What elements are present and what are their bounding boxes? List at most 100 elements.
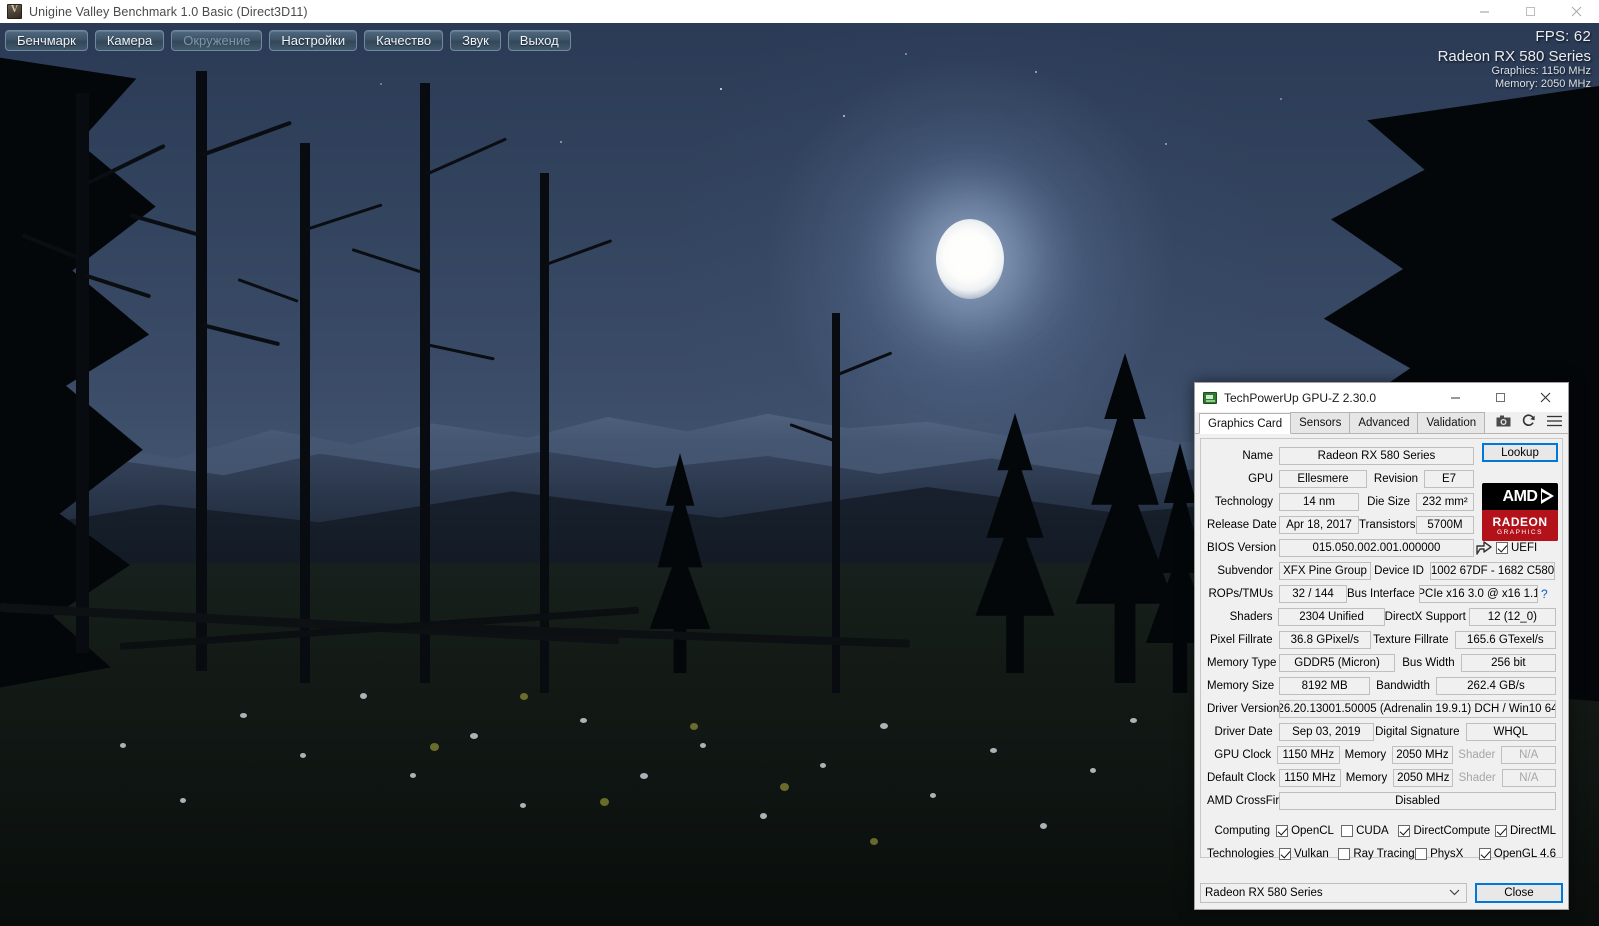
checkbox-cuda[interactable]: CUDA <box>1341 824 1398 837</box>
toolbar-button-quality[interactable]: Качество <box>364 29 444 51</box>
field-revision[interactable]: E7 <box>1424 469 1474 488</box>
field-driver-date[interactable]: Sep 03, 2019 <box>1278 722 1375 741</box>
field-rops-tmus[interactable]: 32 / 144 <box>1279 584 1347 603</box>
label-bandwidth: Bandwidth <box>1376 679 1430 692</box>
field-gpu-clock[interactable]: 1150 MHz <box>1277 745 1340 764</box>
gpuz-window: TechPowerUp GPU-Z 2.30.0 Graphics Card S… <box>1194 382 1569 910</box>
physx-checkbox-box[interactable] <box>1415 847 1428 860</box>
field-bios-version[interactable]: 015.050.002.001.000000 <box>1279 538 1474 557</box>
overlay-graphics-clock: Graphics: 1150 MHz <box>1491 65 1591 77</box>
gpuz-close-icon[interactable] <box>1523 383 1568 412</box>
dead-tree <box>196 71 207 671</box>
field-transistors[interactable]: 5700M <box>1416 515 1474 534</box>
label-revision: Revision <box>1373 472 1418 485</box>
field-digital-signature[interactable]: WHQL <box>1465 722 1556 741</box>
label-gpu: GPU <box>1248 472 1273 485</box>
tab-advanced[interactable]: Advanced <box>1349 412 1419 433</box>
label-driver-date: Driver Date <box>1214 725 1273 738</box>
row-default-clock: Default Clock 1150 MHz Memory 2050 MHz S… <box>1207 766 1556 789</box>
field-shaders[interactable]: 2304 Unified <box>1278 607 1385 626</box>
field-device-id[interactable]: 1002 67DF - 1682 C580 <box>1430 561 1555 580</box>
field-bandwidth[interactable]: 262.4 GB/s <box>1435 676 1556 695</box>
field-technology[interactable]: 14 nm <box>1279 492 1359 511</box>
field-memory-size[interactable]: 8192 MB <box>1279 676 1371 695</box>
unigine-toolbar: Бенчмарк Камера Окружение Настройки Каче… <box>0 28 571 52</box>
field-pixel-fillrate[interactable]: 36.8 GPixel/s <box>1278 630 1372 649</box>
field-memory-type[interactable]: GDDR5 (Micron) <box>1279 653 1396 672</box>
toolbar-button-settings[interactable]: Настройки <box>269 29 358 51</box>
field-driver-version[interactable]: 26.20.13001.50005 (Adrenalin 19.9.1) DCH… <box>1279 699 1556 718</box>
field-subvendor[interactable]: XFX Pine Group <box>1279 561 1371 580</box>
label-memory-type: Memory Type <box>1207 656 1277 669</box>
field-crossfire[interactable]: Disabled <box>1279 791 1556 810</box>
screen: Unigine Valley Benchmark 1.0 Basic (Dire… <box>0 0 1599 926</box>
menu-icon[interactable] <box>1547 415 1562 427</box>
toolbar-button-exit[interactable]: Выход <box>507 29 571 51</box>
radeon-wordmark: RADEON <box>1492 515 1548 529</box>
directcompute-checkbox-box[interactable] <box>1398 824 1411 837</box>
toolbar-button-camera[interactable]: Камера <box>94 29 165 51</box>
row-gpu-clock: GPU Clock 1150 MHz Memory 2050 MHz Shade… <box>1207 743 1557 766</box>
label-directx-support: DirectX Support <box>1384 610 1466 623</box>
label-release-date: Release Date <box>1207 518 1277 531</box>
checkbox-ray-tracing[interactable]: Ray Tracing <box>1338 847 1415 860</box>
opencl-checkbox-box[interactable] <box>1276 824 1289 837</box>
ray-tracing-checkbox-box[interactable] <box>1338 847 1351 860</box>
radeon-badge: RADEON GRAPHICS <box>1482 510 1558 541</box>
field-die-size[interactable]: 232 mm² <box>1416 492 1474 511</box>
dead-tree <box>76 93 89 653</box>
lookup-button[interactable]: Lookup <box>1482 443 1558 462</box>
tab-sensors[interactable]: Sensors <box>1290 412 1351 433</box>
field-gpu-clock-memory[interactable]: 2050 MHz <box>1392 745 1453 764</box>
field-texture-fillrate[interactable]: 165.6 GTexel/s <box>1454 630 1556 649</box>
row-crossfire: AMD CrossFire Disabled <box>1207 789 1556 812</box>
ray-tracing-label: Ray Tracing <box>1353 847 1415 860</box>
label-default-clock-memory: Memory <box>1345 771 1388 784</box>
vulkan-checkbox-box[interactable] <box>1279 847 1291 860</box>
camera-icon[interactable] <box>1496 415 1511 427</box>
gpuz-minimize-icon[interactable] <box>1433 383 1478 412</box>
directml-checkbox-box[interactable] <box>1495 824 1507 837</box>
field-bus-interface[interactable]: PCIe x16 3.0 @ x16 1.1 <box>1419 584 1538 603</box>
tab-graphics-card[interactable]: Graphics Card <box>1199 413 1292 434</box>
checkbox-vulkan[interactable]: Vulkan <box>1279 847 1338 860</box>
graphics-card-panel: Lookup AMD RADEON GRAPHICS Name Radeon R… <box>1200 438 1563 860</box>
moon <box>936 219 1004 299</box>
device-select[interactable]: Radeon RX 580 Series <box>1200 883 1467 903</box>
uefi-checkbox[interactable]: UEFI <box>1496 541 1537 554</box>
label-gpu-clock-memory: Memory <box>1344 748 1387 761</box>
maximize-icon[interactable] <box>1507 0 1553 23</box>
gpuz-maximize-icon[interactable] <box>1478 383 1523 412</box>
uefi-checkbox-box[interactable] <box>1496 541 1508 554</box>
checkbox-opencl[interactable]: OpenCL <box>1276 824 1341 837</box>
field-gpu[interactable]: Ellesmere <box>1279 469 1367 488</box>
field-release-date[interactable]: Apr 18, 2017 <box>1279 515 1359 534</box>
cuda-checkbox-box[interactable] <box>1341 824 1354 837</box>
toolbar-button-benchmark[interactable]: Бенчмарк <box>5 29 88 51</box>
close-icon[interactable] <box>1553 0 1599 23</box>
share-icon[interactable] <box>1474 540 1494 555</box>
label-device-id: Device ID <box>1374 564 1424 577</box>
opengl-checkbox-box[interactable] <box>1478 847 1491 860</box>
checkbox-directml[interactable]: DirectML <box>1495 824 1556 837</box>
checkbox-physx[interactable]: PhysX <box>1415 847 1479 860</box>
label-technology: Technology <box>1214 495 1273 508</box>
checkbox-directcompute[interactable]: DirectCompute <box>1398 824 1495 837</box>
field-bus-width[interactable]: 256 bit <box>1460 653 1556 672</box>
gpuz-tab-toolbar <box>1496 414 1562 427</box>
field-directx-support[interactable]: 12 (12_0) <box>1468 607 1556 626</box>
field-name[interactable]: Radeon RX 580 Series <box>1279 446 1474 465</box>
gpuz-window-title: TechPowerUp GPU-Z 2.30.0 <box>1224 390 1377 405</box>
toolbar-button-environment: Окружение <box>171 29 263 51</box>
checkbox-opengl[interactable]: OpenGL 4.6 <box>1478 847 1556 860</box>
tab-validation[interactable]: Validation <box>1417 412 1486 433</box>
row-subvendor: Subvendor XFX Pine Group Device ID 1002 … <box>1207 559 1556 582</box>
field-default-clock-memory[interactable]: 2050 MHz <box>1393 768 1454 787</box>
toolbar-button-sound[interactable]: Звук <box>450 29 501 51</box>
refresh-icon[interactable] <box>1522 414 1536 427</box>
row-fillrate: Pixel Fillrate 36.8 GPixel/s Texture Fil… <box>1207 628 1556 651</box>
close-button[interactable]: Close <box>1475 883 1563 903</box>
minimize-icon[interactable] <box>1461 0 1507 23</box>
bus-interface-help-icon[interactable]: ? <box>1538 587 1548 601</box>
field-default-clock[interactable]: 1150 MHz <box>1279 768 1341 787</box>
